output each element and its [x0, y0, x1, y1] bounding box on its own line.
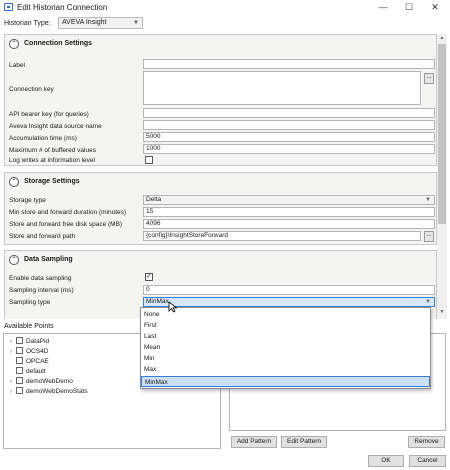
collapse-icon[interactable]: ⌃ — [9, 255, 19, 265]
connection-settings-header[interactable]: ⌃ Connection Settings — [5, 35, 436, 53]
connection-settings-title: Connection Settings — [24, 40, 93, 47]
label-label: Label — [9, 62, 25, 69]
chevron-down-icon: ▼ — [425, 197, 431, 203]
connection-key-browse-button[interactable]: ... — [424, 73, 434, 84]
tree-item-label: OPCAE — [26, 358, 49, 365]
tree-checkbox[interactable] — [16, 357, 23, 364]
accumulation-input[interactable]: 5000 — [143, 132, 435, 142]
tree-checkbox[interactable] — [16, 367, 23, 374]
min-store-input[interactable]: 15 — [143, 207, 435, 217]
scrollbar-thumb[interactable] — [438, 44, 446, 224]
tree-item[interactable]: › demoWebDemo — [10, 377, 73, 386]
maximize-button[interactable]: ☐ — [398, 1, 420, 13]
window-title: Edit Historian Connection — [17, 3, 108, 12]
connection-settings-section: ⌃ Connection Settings Label Connection k… — [4, 34, 437, 166]
collapse-icon[interactable]: ⌃ — [9, 39, 19, 49]
cancel-button[interactable]: Cancel — [409, 455, 446, 467]
tree-checkbox[interactable] — [16, 337, 23, 344]
tree-item-label: demoWebDemo — [26, 378, 73, 385]
historian-type-select[interactable]: AVEVA Insight ▼ — [58, 17, 143, 29]
historian-type-label: Historian Type: — [4, 20, 51, 27]
api-key-label: API bearer key (for queries) — [9, 111, 89, 118]
close-button[interactable]: ✕ — [424, 1, 446, 13]
enable-sampling-checkbox[interactable]: ✓ — [145, 273, 153, 281]
ok-button[interactable]: OK — [368, 455, 404, 467]
tree-item[interactable]: OPCAE — [10, 357, 49, 366]
log-writes-checkbox[interactable] — [145, 156, 153, 164]
free-disk-input[interactable]: 4096 — [143, 219, 435, 229]
max-buffered-label: Maximum # of buffered values — [9, 147, 96, 154]
sampling-interval-input[interactable]: 0 — [143, 285, 435, 295]
tree-item-label: demoWebDemoStats — [26, 388, 88, 395]
connection-key-label: Connection key — [9, 86, 54, 93]
storage-settings-header[interactable]: ⌃ Storage Settings — [5, 173, 436, 191]
storage-type-label: Storage type — [9, 197, 46, 204]
dropdown-option[interactable]: None — [141, 309, 430, 320]
free-disk-label: Store and forward free disk space (MB) — [9, 221, 123, 228]
scroll-down-icon[interactable]: ▼ — [437, 309, 447, 318]
tree-checkbox[interactable] — [16, 347, 23, 354]
tree-item-label: DataPid — [26, 338, 50, 345]
api-key-input[interactable] — [143, 108, 435, 118]
enable-sampling-label: Enable data sampling — [9, 275, 72, 282]
min-store-label: Min store and forward duration (minutes) — [9, 209, 127, 216]
tree-item-label: default — [26, 368, 46, 375]
app-icon — [4, 3, 13, 11]
sampling-type-label: Sampling type — [9, 299, 51, 306]
chevron-down-icon: ▼ — [133, 20, 139, 26]
title-bar: Edit Historian Connection — ☐ ✕ — [0, 0, 450, 14]
label-input[interactable] — [143, 59, 435, 69]
mouse-cursor-icon — [168, 301, 178, 313]
datasource-label: Aveva Insight data source name — [9, 123, 102, 130]
historian-type-value: AVEVA Insight — [62, 19, 107, 26]
data-sampling-title: Data Sampling — [24, 256, 73, 263]
datasource-input[interactable] — [143, 120, 435, 130]
store-path-browse-button[interactable]: ... — [424, 231, 434, 242]
tree-item[interactable]: › demoWebDemoStats — [10, 387, 88, 396]
storage-settings-title: Storage Settings — [24, 178, 80, 185]
scroll-up-icon[interactable]: ▲ — [437, 35, 447, 44]
dropdown-option[interactable]: Min — [141, 353, 430, 364]
tree-item[interactable]: › DataPid — [10, 337, 49, 346]
tree-checkbox[interactable] — [16, 387, 23, 394]
dropdown-option[interactable]: First — [141, 320, 430, 331]
connection-key-input[interactable] — [143, 71, 421, 105]
add-pattern-button[interactable]: Add Pattern — [231, 436, 277, 448]
storage-type-select[interactable]: Delta ▼ — [143, 195, 435, 205]
sampling-type-select[interactable]: MinMax ▼ — [143, 297, 435, 307]
settings-panel[interactable]: ⌃ Connection Settings Label Connection k… — [2, 34, 449, 319]
store-path-input[interactable]: {config}\InsightStoreForward — [143, 231, 421, 241]
dropdown-option[interactable]: Mean — [141, 342, 430, 353]
minimize-button[interactable]: — — [372, 1, 394, 13]
max-buffered-input[interactable]: 1000 — [143, 144, 435, 154]
dropdown-option[interactable]: Last — [141, 331, 430, 342]
storage-settings-section: ⌃ Storage Settings Storage type Delta ▼ … — [4, 172, 437, 245]
store-path-label: Store and forward path — [9, 233, 76, 240]
collapse-icon[interactable]: ⌃ — [9, 177, 19, 187]
chevron-down-icon: ▼ — [425, 299, 431, 305]
log-writes-label: Log writes at information level — [9, 157, 95, 164]
sampling-type-value: MinMax — [146, 298, 169, 305]
storage-type-value: Delta — [146, 196, 162, 203]
sampling-interval-label: Sampling interval (ms) — [9, 287, 74, 294]
edit-pattern-button[interactable]: Edit Pattern — [281, 436, 327, 448]
dropdown-option[interactable]: Max — [141, 364, 430, 375]
tree-item-label: OCS4D — [26, 348, 49, 355]
remove-button[interactable]: Remove — [408, 436, 445, 448]
available-points-label: Available Points — [4, 323, 54, 330]
sampling-type-dropdown[interactable]: None First Last Mean Min Max MinMax — [140, 307, 431, 389]
dropdown-option-selected[interactable]: MinMax — [141, 376, 430, 387]
tree-item[interactable]: › OCS4D — [10, 347, 48, 356]
tree-checkbox[interactable] — [16, 377, 23, 384]
data-sampling-header[interactable]: ⌃ Data Sampling — [5, 251, 436, 269]
tree-item[interactable]: default — [10, 367, 46, 376]
accumulation-label: Accumulation time (ms) — [9, 135, 77, 142]
